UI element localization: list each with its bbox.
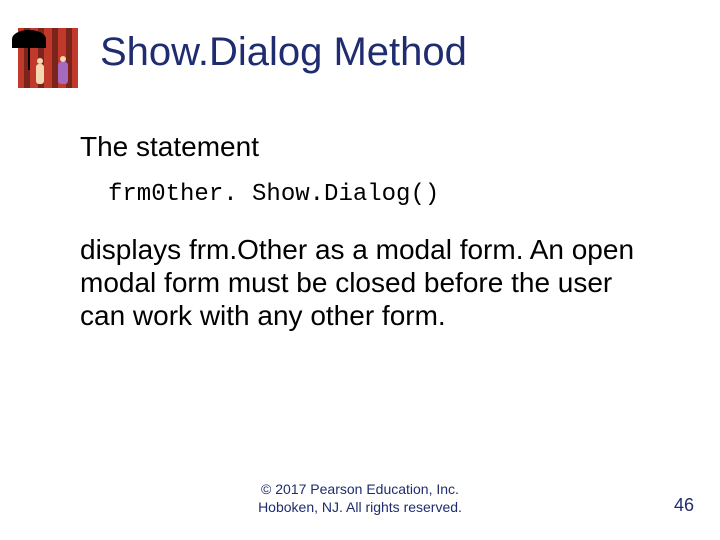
slide-decorative-icon — [18, 28, 78, 88]
copyright-line-2: Hoboken, NJ. All rights reserved. — [0, 499, 720, 517]
lead-text: The statement — [80, 130, 660, 163]
description-paragraph: displays frm.Other as a modal form. An o… — [80, 233, 660, 332]
icon-background — [18, 28, 78, 88]
code-sample: frm0ther. Show.Dialog() — [108, 181, 660, 209]
slide-body: The statement frm0ther. Show.Dialog() di… — [80, 130, 660, 332]
slide: Show.Dialog Method The statement frm0the… — [0, 0, 720, 540]
slide-title: Show.Dialog Method — [100, 30, 467, 75]
copyright-line-1: © 2017 Pearson Education, Inc. — [0, 481, 720, 499]
copyright-footer: © 2017 Pearson Education, Inc. Hoboken, … — [0, 481, 720, 516]
page-number: 46 — [674, 495, 694, 516]
